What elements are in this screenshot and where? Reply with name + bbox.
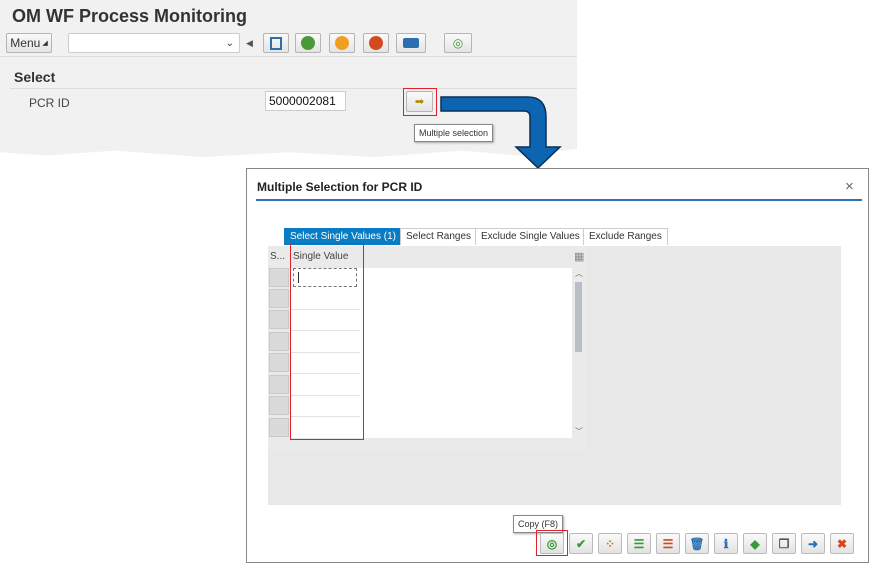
- close-icon[interactable]: ×: [845, 178, 854, 195]
- tab-exclude-single-values[interactable]: Exclude Single Values: [475, 228, 586, 245]
- row-selector[interactable]: [269, 332, 289, 351]
- tab-select-ranges[interactable]: Select Ranges: [400, 228, 478, 245]
- multiple-selection-button[interactable]: ➡: [406, 91, 433, 112]
- menu-label: Menu: [10, 36, 41, 50]
- clipboard-icon: ➜: [807, 536, 819, 551]
- chevron-down-icon: ⌄: [225, 37, 234, 49]
- insert-row-icon: ☰: [633, 536, 645, 551]
- checkmark-icon: ✔: [575, 536, 587, 551]
- import-button[interactable]: ◆: [743, 533, 767, 554]
- tab-exclude-ranges[interactable]: Exclude Ranges: [583, 228, 668, 245]
- row-selector[interactable]: [269, 396, 289, 415]
- upload-button[interactable]: ❐: [772, 533, 796, 554]
- row-selector[interactable]: [269, 268, 289, 287]
- row-selector[interactable]: [269, 418, 289, 437]
- trash-icon: 🗑: [689, 536, 705, 551]
- document-icon: ❐: [778, 536, 790, 551]
- back-button[interactable]: [295, 33, 321, 53]
- info-icon: ℹ: [723, 536, 729, 551]
- title-underline: [256, 199, 862, 201]
- dialog-title: Multiple Selection for PCR ID: [257, 180, 423, 194]
- row-selector[interactable]: [269, 353, 289, 372]
- print-icon: [403, 38, 419, 48]
- insert-line-button[interactable]: ☰: [627, 533, 651, 554]
- row-selector[interactable]: [269, 289, 289, 308]
- command-field[interactable]: ⌄: [68, 33, 240, 53]
- help-button[interactable]: ℹ: [714, 533, 738, 554]
- multiple-selection-button[interactable]: ⁘: [598, 533, 622, 554]
- multiple-selection-highlight: ➡: [403, 88, 437, 116]
- delete-line-button[interactable]: ☰: [656, 533, 680, 554]
- row-selector[interactable]: [269, 375, 289, 394]
- back-icon: [301, 36, 315, 50]
- collapse-icon[interactable]: ◀: [246, 38, 253, 49]
- vertical-scrollbar[interactable]: ︿ ﹀: [574, 268, 584, 438]
- execute-icon: ◎: [546, 536, 558, 551]
- check-button[interactable]: ✔: [569, 533, 593, 554]
- cancel-button[interactable]: [363, 33, 389, 53]
- hierarchy-icon: ⁘: [604, 536, 616, 551]
- copy-button[interactable]: ◎: [540, 533, 564, 554]
- delete-all-button[interactable]: 🗑: [685, 533, 709, 554]
- save-button[interactable]: [263, 33, 289, 53]
- multiple-selection-dialog: Multiple Selection for PCR ID × Select S…: [246, 168, 869, 563]
- arrow-right-icon: ➡: [414, 96, 425, 108]
- menu-button[interactable]: Menu ◢: [6, 33, 52, 53]
- execute-button[interactable]: ◎: [444, 33, 472, 53]
- print-button[interactable]: [396, 33, 426, 53]
- single-value-highlight: [290, 243, 364, 440]
- section-heading: Select: [14, 69, 56, 85]
- page-title: OM WF Process Monitoring: [12, 6, 248, 26]
- close-icon: ✖: [836, 536, 848, 551]
- cancel-button[interactable]: ✖: [830, 533, 854, 554]
- execute-icon: ◎: [452, 36, 464, 50]
- cancel-icon: [369, 36, 383, 50]
- scroll-up-icon[interactable]: ︿: [575, 268, 583, 279]
- divider: [10, 88, 577, 89]
- exit-button[interactable]: [329, 33, 355, 53]
- save-icon: [270, 36, 282, 50]
- col-header-select: S...: [270, 251, 286, 262]
- toolbar: Menu ◢ ⌄ ◀ ◎: [0, 30, 577, 57]
- flow-arrow: [440, 96, 562, 170]
- pcr-id-input[interactable]: 5000002081: [265, 91, 346, 111]
- tab-panel: S... Single Value ▦ ︿ ﹀: [268, 243, 841, 505]
- paste-button[interactable]: ➜: [801, 533, 825, 554]
- row-selector[interactable]: [269, 310, 289, 329]
- scroll-down-icon[interactable]: ﹀: [575, 426, 583, 437]
- delete-row-icon: ☰: [662, 536, 674, 551]
- scroll-thumb[interactable]: [575, 282, 582, 352]
- table-settings-icon[interactable]: ▦: [574, 250, 584, 263]
- exit-icon: [335, 36, 349, 50]
- pcr-id-label: PCR ID: [29, 96, 70, 110]
- import-icon: ◆: [750, 536, 760, 551]
